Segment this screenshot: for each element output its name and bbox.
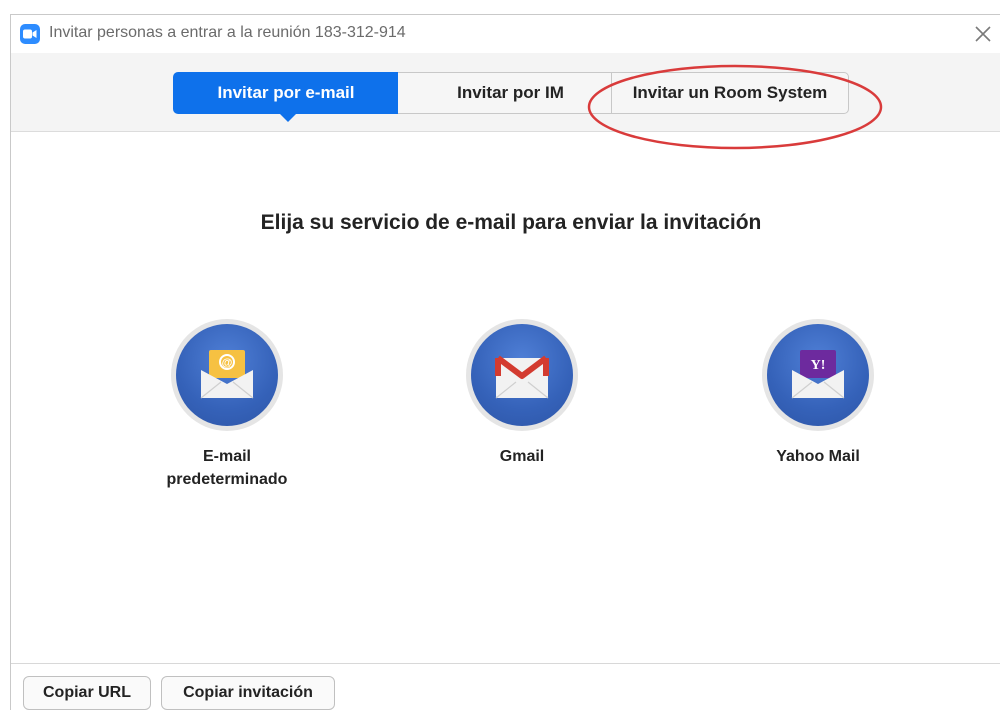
tab-invite-room-system[interactable]: Invitar un Room System: [611, 72, 849, 114]
dialog-footer: Copiar URL Copiar invitación: [11, 663, 1000, 712]
active-tab-pointer: [279, 113, 297, 122]
tab-invite-by-im[interactable]: Invitar por IM: [398, 72, 624, 114]
svg-text:@: @: [222, 357, 233, 369]
copy-invitation-button[interactable]: Copiar invitación: [161, 676, 335, 710]
service-label-line: E-mail: [202, 448, 251, 465]
service-icon-ring: Y!: [762, 319, 874, 431]
tab-invite-by-email[interactable]: Invitar por e-mail: [173, 72, 399, 122]
service-label: E-mail predeterminado: [127, 445, 327, 491]
invite-dialog: Invitar personas a entrar a la reunión 1…: [10, 14, 1000, 712]
title-bar: Invitar personas a entrar a la reunión 1…: [11, 15, 1000, 53]
service-icon-ring: [466, 319, 578, 431]
svg-text:Y!: Y!: [811, 358, 826, 373]
invite-tab-bar: Invitar por e-mail Invitar por IM Invita…: [11, 53, 1000, 132]
tab-label: Invitar por e-mail: [217, 83, 355, 102]
service-icon-ring: @: [171, 319, 283, 431]
tab-label: Invitar por IM: [457, 83, 564, 102]
page-heading: Elija su servicio de e-mail para enviar …: [260, 211, 762, 234]
tab-label: Invitar un Room System: [632, 83, 828, 102]
service-default-email[interactable]: @ E-mail predeterminado: [127, 319, 327, 491]
service-label-line: Gmail: [499, 448, 545, 465]
window-title: Invitar personas a entrar a la reunión 1…: [49, 24, 406, 41]
service-gmail[interactable]: Gmail: [422, 319, 622, 468]
service-label: Yahoo Mail: [718, 445, 918, 468]
service-label: Gmail: [422, 445, 622, 468]
gmail-envelope-icon: [471, 324, 573, 426]
service-label-line: predeterminado: [166, 471, 288, 488]
close-icon[interactable]: [972, 23, 994, 45]
zoom-camera-icon: [20, 24, 40, 44]
copy-url-button[interactable]: Copiar URL: [23, 676, 151, 710]
yahoo-envelope-icon: Y!: [767, 324, 869, 426]
service-label-line: Yahoo Mail: [776, 448, 860, 465]
default-email-envelope-icon: @: [176, 324, 278, 426]
service-yahoo-mail[interactable]: Y! Yahoo Mail: [718, 319, 918, 468]
